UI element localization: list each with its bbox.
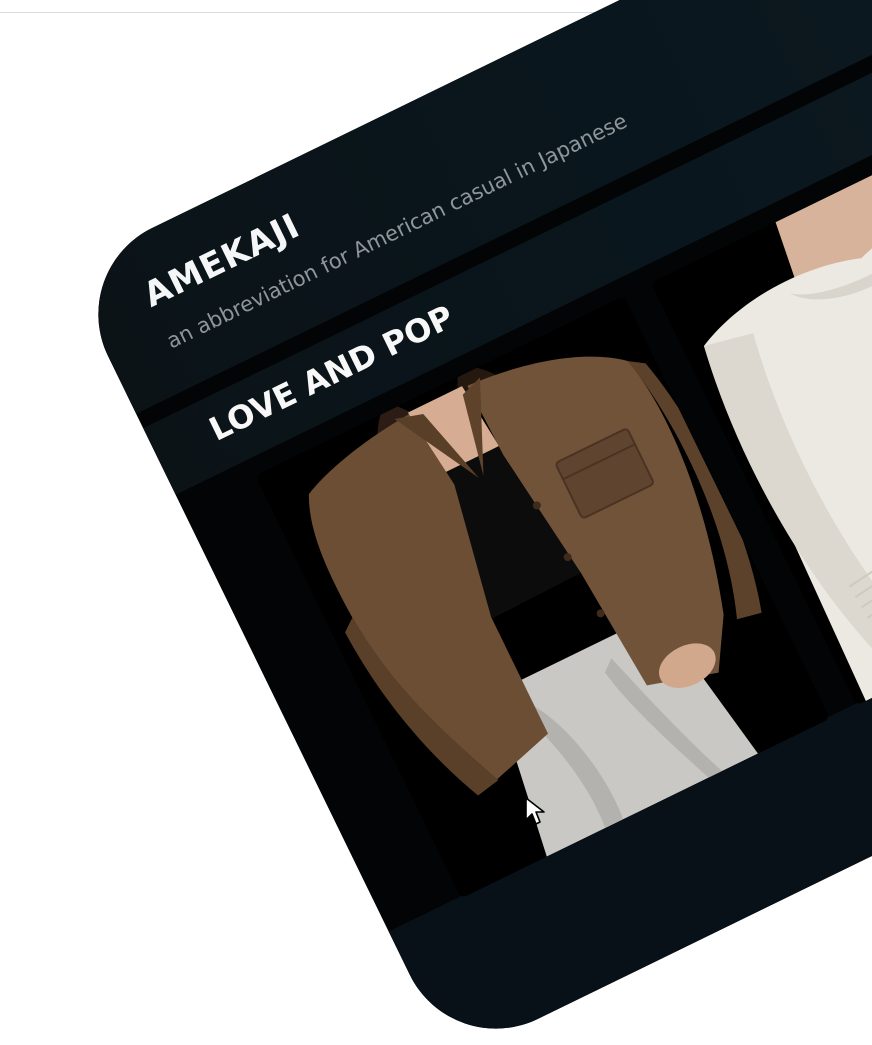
mouse-pointer-icon xyxy=(525,797,545,825)
canvas: AMEKAJI an abbreviation for American cas… xyxy=(0,0,872,1045)
style-card[interactable]: AMEKAJI an abbreviation for American cas… xyxy=(66,0,872,1045)
